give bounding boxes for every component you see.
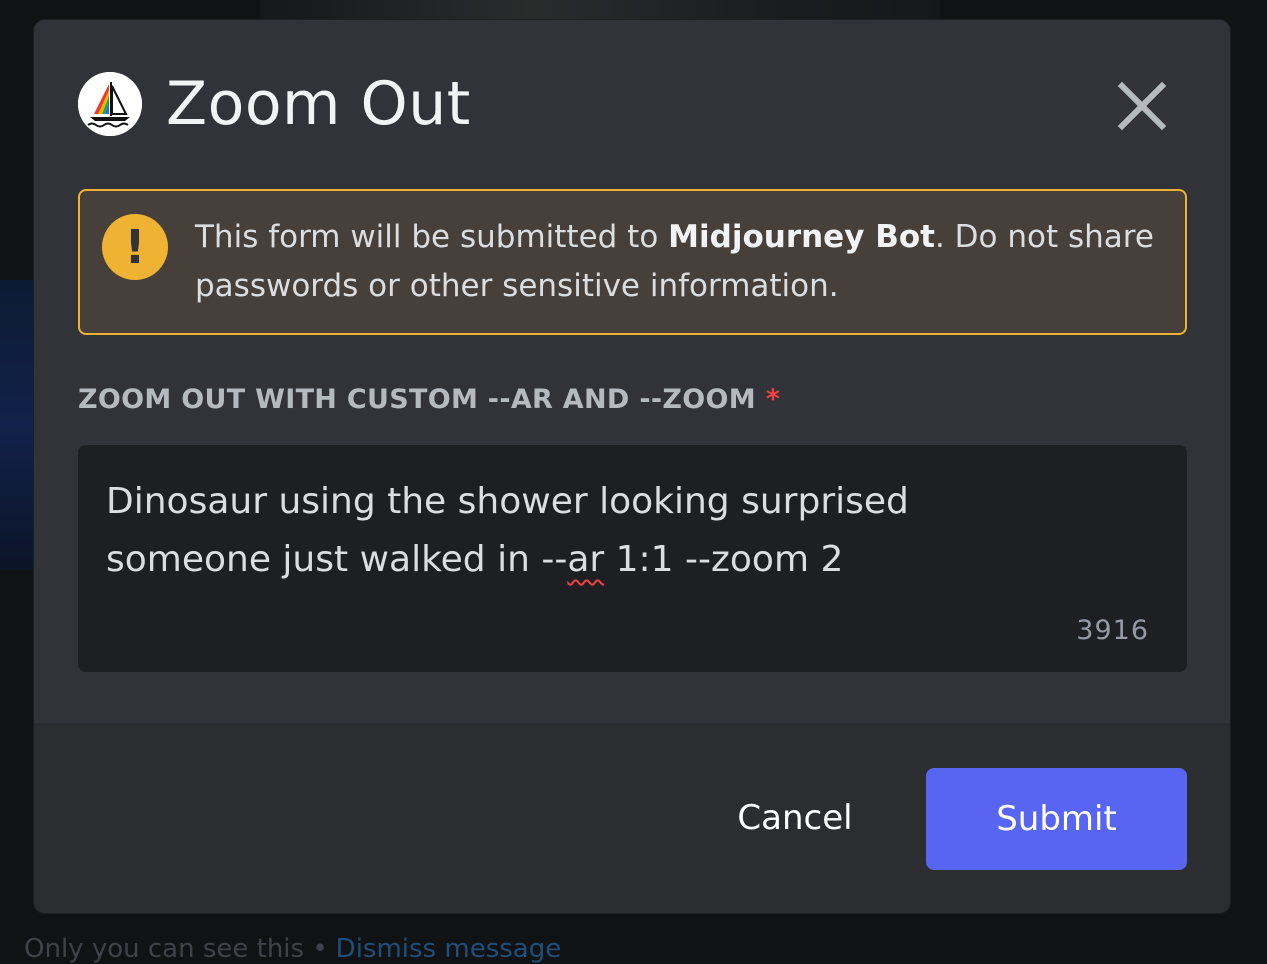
close-button[interactable] (1114, 78, 1170, 134)
prompt-textarea-value: Dinosaur using the shower looking surpri… (106, 473, 956, 589)
character-counter: 3916 (1076, 615, 1149, 646)
close-icon (1117, 81, 1167, 131)
ephemeral-notice-text: Only you can see this • (24, 934, 328, 964)
midjourney-sailboat-icon (78, 72, 142, 136)
required-marker: * (765, 384, 781, 415)
modal-header: Zoom Out (34, 20, 1230, 190)
bot-name: Midjourney Bot (668, 219, 935, 255)
field-label: ZOOM OUT WITH CUSTOM --AR AND --ZOOM * (78, 380, 780, 420)
warning-banner: ! This form will be submitted to Midjour… (78, 189, 1187, 335)
misspelled-word: ar (567, 539, 605, 580)
prompt-text-end: 1:1 --zoom 2 (604, 539, 844, 580)
submit-button[interactable]: Submit (926, 768, 1187, 870)
dismiss-message-link[interactable]: Dismiss message (336, 934, 562, 964)
field-label-text: ZOOM OUT WITH CUSTOM --AR AND --ZOOM (78, 384, 756, 415)
cancel-button[interactable]: Cancel (720, 768, 870, 868)
exclamation-icon: ! (102, 214, 168, 280)
warning-text: This form will be submitted to Midjourne… (195, 213, 1155, 311)
ephemeral-notice: Only you can see this • Dismiss message (24, 934, 561, 964)
prompt-textarea[interactable]: Dinosaur using the shower looking surpri… (78, 445, 1187, 672)
zoom-out-modal: Zoom Out ! This form will be submitted t… (33, 19, 1231, 914)
modal-title: Zoom Out (166, 69, 471, 139)
bot-avatar (78, 72, 142, 136)
warning-text-prefix: This form will be submitted to (195, 219, 669, 255)
